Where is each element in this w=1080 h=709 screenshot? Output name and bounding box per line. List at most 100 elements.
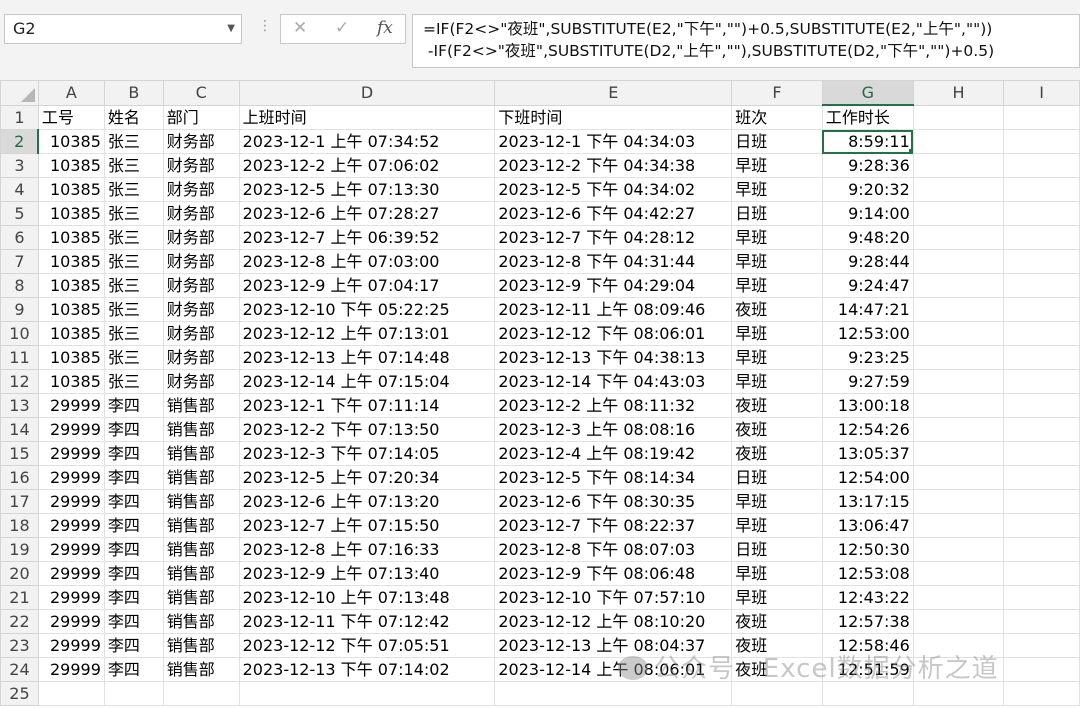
cell[interactable]: 财务部 xyxy=(162,297,240,322)
cell[interactable]: 12:58:46 xyxy=(821,633,914,658)
cell[interactable] xyxy=(1003,345,1080,370)
cell[interactable]: 财务部 xyxy=(162,273,240,298)
cell[interactable] xyxy=(1003,177,1080,202)
row-header[interactable]: 23 xyxy=(0,633,39,658)
cell[interactable]: 12:53:08 xyxy=(821,561,914,586)
cell[interactable] xyxy=(1003,104,1080,130)
cell[interactable]: 销售部 xyxy=(162,585,240,610)
cell[interactable] xyxy=(162,681,240,706)
column-header[interactable]: H xyxy=(912,80,1005,106)
cell[interactable] xyxy=(912,585,1005,610)
column-header[interactable]: A xyxy=(37,80,105,106)
cell[interactable]: 9:24:47 xyxy=(821,273,914,298)
cell[interactable]: 12:54:26 xyxy=(821,417,914,442)
cell[interactable]: 财务部 xyxy=(162,369,240,394)
cell[interactable]: 2023-12-9 下午 04:29:04 xyxy=(494,273,733,298)
row-header[interactable]: 10 xyxy=(0,321,39,346)
cell[interactable]: 2023-12-3 上午 08:08:16 xyxy=(494,417,733,442)
cell[interactable] xyxy=(912,369,1005,394)
row-header[interactable]: 22 xyxy=(0,609,39,634)
cell[interactable]: 早班 xyxy=(731,561,823,586)
cell[interactable]: 2023-12-5 上午 07:13:30 xyxy=(238,177,496,202)
cell[interactable]: 13:00:18 xyxy=(821,393,914,418)
cell[interactable] xyxy=(1003,249,1080,274)
cell[interactable]: 2023-12-13 下午 07:14:02 xyxy=(238,657,496,682)
cell[interactable]: 2023-12-3 下午 07:14:05 xyxy=(238,441,496,466)
cell[interactable] xyxy=(912,129,1005,154)
cell[interactable]: 2023-12-5 上午 07:20:34 xyxy=(238,465,496,490)
cell[interactable]: 12:43:22 xyxy=(821,585,914,610)
cell[interactable]: 财务部 xyxy=(162,321,240,346)
cell[interactable] xyxy=(1003,681,1080,706)
select-all-corner[interactable] xyxy=(0,80,39,106)
cell[interactable]: 销售部 xyxy=(162,657,240,682)
cell[interactable]: 2023-12-12 下午 08:06:01 xyxy=(494,321,733,346)
cell[interactable] xyxy=(912,561,1005,586)
row-header[interactable]: 18 xyxy=(0,513,39,538)
column-header[interactable]: F xyxy=(731,80,823,106)
row-header[interactable]: 24 xyxy=(0,657,39,682)
cell[interactable]: 10385 xyxy=(37,201,105,226)
cell[interactable]: 销售部 xyxy=(162,441,240,466)
cell[interactable]: 夜班 xyxy=(731,441,823,466)
cell[interactable]: 2023-12-13 下午 04:38:13 xyxy=(494,345,733,370)
cell[interactable] xyxy=(912,537,1005,562)
cell[interactable]: 2023-12-6 上午 07:28:27 xyxy=(238,201,496,226)
cell[interactable] xyxy=(912,657,1005,682)
cell[interactable]: 夜班 xyxy=(731,633,823,658)
row-header[interactable]: 15 xyxy=(0,441,39,466)
row-header[interactable]: 2 xyxy=(0,129,40,154)
cell[interactable]: 29999 xyxy=(37,513,105,538)
cell[interactable]: 销售部 xyxy=(162,537,240,562)
cell[interactable]: 夜班 xyxy=(731,657,823,682)
cell[interactable] xyxy=(1003,441,1080,466)
cell[interactable] xyxy=(1003,465,1080,490)
cell[interactable]: 9:28:36 xyxy=(821,153,914,178)
cell[interactable]: 李四 xyxy=(103,585,164,610)
cell[interactable]: 销售部 xyxy=(162,561,240,586)
row-header[interactable]: 17 xyxy=(0,489,39,514)
row-header[interactable]: 25 xyxy=(0,681,39,706)
cell[interactable]: 9:28:44 xyxy=(821,249,914,274)
cell[interactable]: 9:48:20 xyxy=(821,225,914,250)
cell[interactable] xyxy=(912,633,1005,658)
cell[interactable]: 29999 xyxy=(37,657,105,682)
cell[interactable]: 9:20:32 xyxy=(821,177,914,202)
cell[interactable]: 2023-12-2 上午 07:06:02 xyxy=(238,153,496,178)
cell[interactable]: 2023-12-10 下午 05:22:25 xyxy=(238,297,496,322)
cell[interactable]: 2023-12-11 下午 07:12:42 xyxy=(238,609,496,634)
row-header[interactable]: 12 xyxy=(0,369,39,394)
cell[interactable]: 张三 xyxy=(103,297,164,322)
cell[interactable] xyxy=(1003,633,1080,658)
cell[interactable]: 李四 xyxy=(103,417,164,442)
cell[interactable] xyxy=(912,345,1005,370)
cell[interactable]: 29999 xyxy=(37,417,105,442)
cell[interactable]: 张三 xyxy=(103,273,164,298)
row-header[interactable]: 21 xyxy=(0,585,39,610)
cell[interactable]: 29999 xyxy=(37,585,105,610)
cell[interactable]: 29999 xyxy=(37,633,105,658)
cell[interactable]: 早班 xyxy=(731,345,823,370)
cell[interactable] xyxy=(912,441,1005,466)
column-header[interactable]: B xyxy=(103,80,164,106)
cell[interactable]: 张三 xyxy=(103,345,164,370)
cell[interactable]: 2023-12-12 下午 07:05:51 xyxy=(238,633,496,658)
cell[interactable]: 夜班 xyxy=(731,417,823,442)
cell[interactable]: 2023-12-2 上午 08:11:32 xyxy=(494,393,733,418)
cell[interactable] xyxy=(1003,513,1080,538)
cell[interactable]: 2023-12-1 下午 04:34:03 xyxy=(494,129,733,154)
cell[interactable]: 2023-12-14 上午 08:06:01 xyxy=(494,657,733,682)
cell[interactable]: 班次 xyxy=(731,104,823,130)
cell[interactable]: 张三 xyxy=(103,129,164,154)
cell[interactable]: 13:17:15 xyxy=(821,489,914,514)
cell[interactable]: 12:54:00 xyxy=(821,465,914,490)
cell[interactable]: 2023-12-10 上午 07:13:48 xyxy=(238,585,496,610)
cell[interactable] xyxy=(912,225,1005,250)
cell[interactable]: 12:50:30 xyxy=(821,537,914,562)
cell[interactable] xyxy=(821,681,914,706)
cell[interactable]: 李四 xyxy=(103,489,164,514)
cell[interactable]: 早班 xyxy=(731,321,823,346)
cell[interactable]: 12:53:00 xyxy=(821,321,914,346)
cell[interactable] xyxy=(912,321,1005,346)
cell[interactable] xyxy=(912,681,1005,706)
